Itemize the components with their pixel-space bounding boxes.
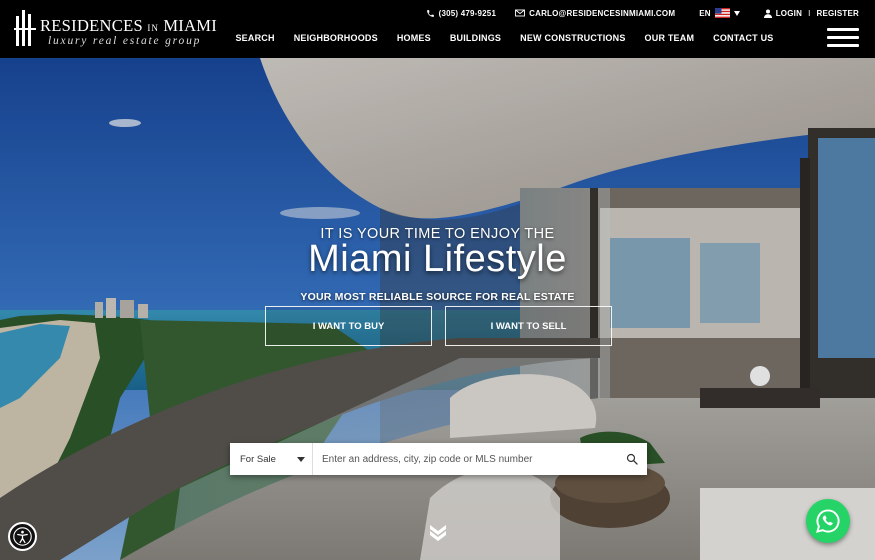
buy-button[interactable]: I WANT TO BUY bbox=[265, 306, 432, 346]
phone-link[interactable]: (305) 479-9251 bbox=[426, 9, 497, 18]
hero-headline: Miami Lifestyle bbox=[308, 238, 567, 280]
envelope-icon bbox=[515, 9, 526, 17]
whatsapp-button[interactable] bbox=[806, 499, 850, 543]
hero-tagline: YOUR MOST RELIABLE SOURCE FOR REAL ESTAT… bbox=[300, 291, 575, 303]
nav-item-neighborhoods[interactable]: NEIGHBORHOODS bbox=[284, 33, 387, 43]
hamburger-line bbox=[827, 28, 859, 31]
site-header: RESIDENCES IN MIAMI luxury real estate g… bbox=[0, 0, 875, 58]
hero-overlay bbox=[0, 58, 875, 560]
search-icon bbox=[626, 453, 638, 465]
hamburger-icon[interactable] bbox=[827, 28, 859, 47]
logo-mark-icon bbox=[14, 10, 36, 46]
logo-word-residences: RESIDENCES bbox=[40, 16, 143, 35]
brand-logo[interactable]: RESIDENCES IN MIAMI luxury real estate g… bbox=[14, 8, 217, 50]
account-links: LOGIN I REGISTER bbox=[763, 8, 860, 18]
sell-button[interactable]: I WANT TO SELL bbox=[445, 306, 612, 346]
logo-word-miami: MIAMI bbox=[163, 16, 218, 35]
language-selector[interactable]: EN bbox=[699, 8, 740, 18]
hero-section: IT IS YOUR TIME TO ENJOY THE Miami Lifes… bbox=[0, 58, 875, 560]
double-chevron-down-icon[interactable] bbox=[429, 523, 447, 541]
email-address: CARLO@RESIDENCESINMIAMI.COM bbox=[529, 8, 676, 18]
search-input[interactable] bbox=[313, 443, 617, 475]
nav-item-homes[interactable]: HOMES bbox=[387, 33, 440, 43]
whatsapp-icon bbox=[816, 509, 840, 533]
accessibility-button[interactable] bbox=[8, 522, 37, 551]
nav-item-our-team[interactable]: OUR TEAM bbox=[635, 33, 704, 43]
language-code: EN bbox=[699, 8, 711, 18]
nav-item-contact-us[interactable]: CONTACT US bbox=[704, 33, 783, 43]
phone-icon bbox=[426, 9, 434, 17]
search-button[interactable] bbox=[617, 443, 647, 475]
hamburger-line bbox=[827, 44, 859, 47]
accessibility-icon bbox=[13, 527, 32, 546]
main-nav: SEARCH NEIGHBORHOODS HOMES BUILDINGS NEW… bbox=[226, 33, 783, 43]
chevron-down-icon bbox=[733, 10, 740, 16]
logo-word-in: IN bbox=[147, 23, 159, 33]
logo-subtitle: luxury real estate group bbox=[48, 35, 202, 47]
email-link[interactable]: CARLO@RESIDENCESINMIAMI.COM bbox=[515, 9, 675, 18]
phone-number: (305) 479-9251 bbox=[438, 8, 497, 18]
top-bar: (305) 479-9251 CARLO@RESIDENCESINMIAMI.C… bbox=[426, 7, 859, 19]
hamburger-line bbox=[827, 36, 859, 39]
logo-title: RESIDENCES IN MIAMI bbox=[40, 16, 217, 36]
us-flag-icon bbox=[714, 8, 730, 18]
listing-type-value: For Sale bbox=[240, 453, 276, 465]
nav-item-buildings[interactable]: BUILDINGS bbox=[440, 33, 510, 43]
nav-item-search[interactable]: SEARCH bbox=[226, 33, 284, 43]
user-icon bbox=[763, 9, 772, 18]
property-search-bar: For Sale bbox=[230, 443, 647, 475]
caret-down-icon bbox=[297, 456, 305, 462]
listing-type-select[interactable]: For Sale bbox=[230, 443, 313, 475]
register-link[interactable]: REGISTER bbox=[817, 9, 860, 18]
nav-item-new-constructions[interactable]: NEW CONSTRUCTIONS bbox=[511, 33, 635, 43]
login-link[interactable]: LOGIN bbox=[776, 9, 802, 18]
account-separator: I bbox=[808, 8, 811, 18]
